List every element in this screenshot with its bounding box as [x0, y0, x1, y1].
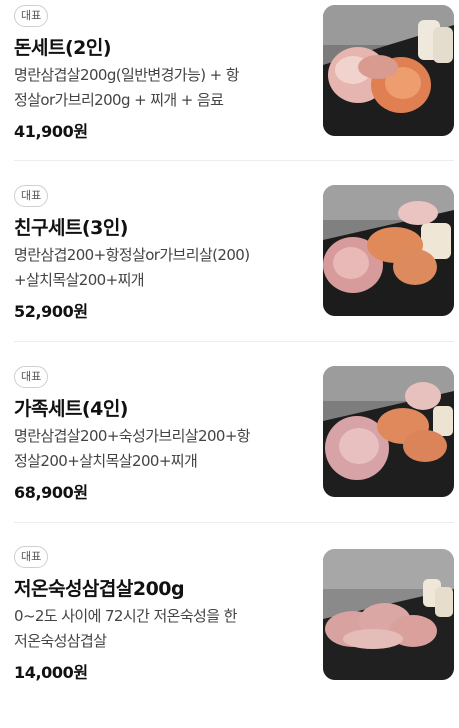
- menu-item-description: 0~2도 사이에 72시간 저온숙성을 한 저온숙성삼겹살: [14, 604, 304, 654]
- pork-belly-photo: [323, 549, 454, 680]
- menu-item-description: 명란삼겹살200+숙성가브리살200+항 정살200+살치목살200+찌개: [14, 424, 304, 474]
- menu-item-description-line: 명란삼겹200+항정살or가브리살(200): [14, 246, 250, 264]
- menu-item-description-line: 정살or가브리200g + 찌개 + 음료: [14, 91, 224, 109]
- representative-badge: 대표: [14, 5, 49, 27]
- pork-platter-photo: [323, 185, 454, 316]
- menu-item-description: 명란삼겹200+항정살or가브리살(200) +살치목살200+찌개: [14, 243, 304, 293]
- menu-item-description-line: +살치목살200+찌개: [14, 271, 145, 289]
- representative-badge: 대표: [14, 185, 49, 207]
- menu-item-photo[interactable]: [323, 5, 454, 136]
- menu-item-photo[interactable]: [323, 185, 454, 316]
- menu-item-price: 68,900원: [14, 483, 88, 502]
- pork-platter-photo: [323, 366, 454, 497]
- menu-item-title: 친구세트(3인): [14, 217, 129, 239]
- representative-badge: 대표: [14, 546, 49, 568]
- menu-item-description: 명란삼겹살200g(일반변경가능) + 항 정살or가브리200g + 찌개 +…: [14, 63, 304, 113]
- menu-item-title: 돈세트(2인): [14, 37, 112, 59]
- menu-item-description-line: 명란삼겹살200g(일반변경가능) + 항: [14, 66, 240, 84]
- divider: [14, 160, 454, 161]
- menu-item-price: 14,000원: [14, 663, 88, 682]
- menu-item-aged-pork-belly[interactable]: 대표 저온숙성삼겹살200g 0~2도 사이에 72시간 저온숙성을 한 저온숙…: [0, 546, 459, 728]
- menu-item-description-line: 정살200+살치목살200+찌개: [14, 452, 198, 470]
- pork-platter-photo: [323, 5, 454, 136]
- menu-item-description-line: 0~2도 사이에 72시간 저온숙성을 한: [14, 607, 237, 625]
- menu-item-title: 저온숙성삼겹살200g: [14, 578, 185, 600]
- menu-item-price: 52,900원: [14, 302, 88, 321]
- menu-item-title: 가족세트(4인): [14, 398, 129, 420]
- menu-item-photo[interactable]: [323, 366, 454, 497]
- divider: [14, 522, 454, 523]
- menu-list: 대표 돈세트(2인) 명란삼겹살200g(일반변경가능) + 항 정살or가브리…: [0, 0, 459, 695]
- menu-item-family-set[interactable]: 대표 가족세트(4인) 명란삼겹살200+숙성가브리살200+항 정살200+살…: [0, 366, 459, 548]
- menu-item-description-line: 저온숙성삼겹살: [14, 632, 107, 650]
- menu-item-photo[interactable]: [323, 549, 454, 680]
- menu-item-friend-set[interactable]: 대표 친구세트(3인) 명란삼겹200+항정살or가브리살(200) +살치목살…: [0, 185, 459, 367]
- divider: [14, 341, 454, 342]
- menu-item-price: 41,900원: [14, 122, 88, 141]
- menu-item-description-line: 명란삼겹살200+숙성가브리살200+항: [14, 427, 251, 445]
- representative-badge: 대표: [14, 366, 49, 388]
